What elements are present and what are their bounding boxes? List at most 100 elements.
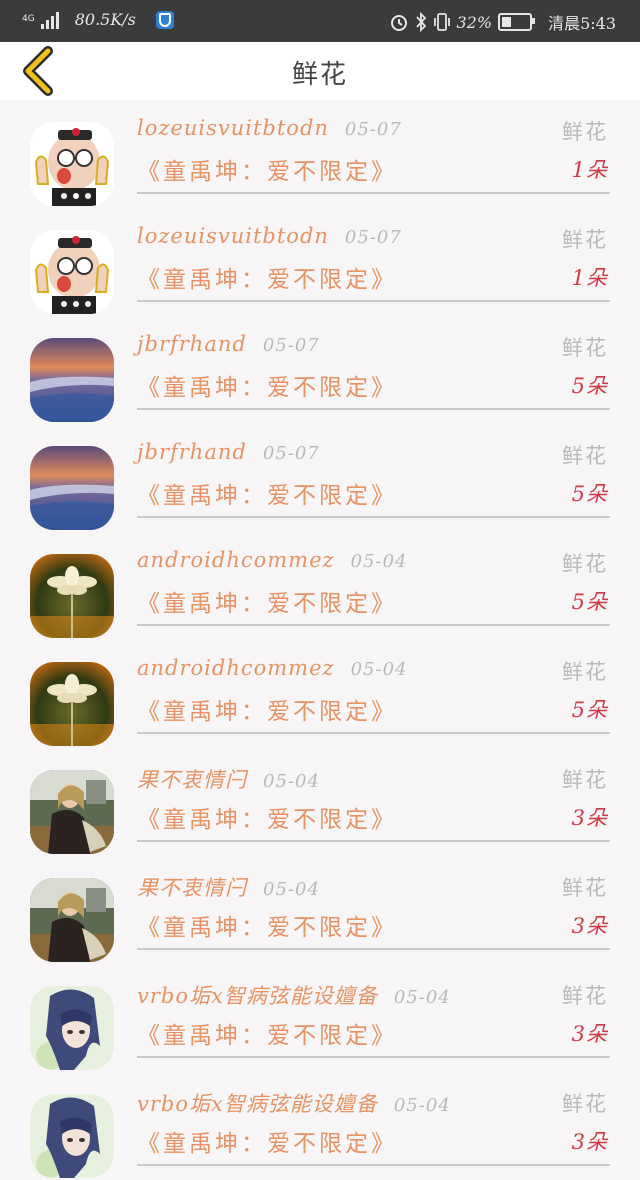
divider — [137, 732, 610, 734]
gift-type-label: 鲜花 — [562, 768, 608, 792]
gift-type-label: 鲜花 — [562, 336, 608, 360]
sender-name[interactable]: androidhcommez — [137, 548, 335, 572]
flower-gift-list: lozeuisvuitbtodn 05-07 《童禹坤：爱不限定》 鲜花 1朵 l… — [0, 100, 640, 1180]
song-title: 《童禹坤：爱不限定》 — [137, 807, 397, 833]
gift-date: 05-07 — [344, 119, 402, 140]
avatar-image — [30, 554, 114, 638]
divider — [137, 192, 610, 194]
list-item[interactable]: 果不衷情闩 05-04 《童禹坤：爱不限定》 鲜花 3朵 — [0, 748, 640, 856]
battery-percent: 32% — [456, 12, 493, 32]
clock: 清晨5:43 — [548, 14, 616, 33]
gift-type-label: 鲜花 — [562, 876, 608, 900]
list-item[interactable]: lozeuisvuitbtodn 05-07 《童禹坤：爱不限定》 鲜花 1朵 — [0, 100, 640, 208]
avatar-image — [30, 986, 114, 1070]
avatar[interactable] — [30, 122, 114, 206]
avatar-image — [30, 446, 114, 530]
gift-type-label: 鲜花 — [562, 1092, 608, 1116]
gift-date: 05-04 — [263, 879, 320, 900]
battery-icon — [498, 13, 536, 31]
list-item[interactable]: androidhcommez 05-04 《童禹坤：爱不限定》 鲜花 5朵 — [0, 640, 640, 748]
sender-name-line: vrbo垢x智病弦能设嬗备 05-04 — [137, 1088, 451, 1118]
avatar-image — [30, 338, 114, 422]
gift-date: 05-07 — [262, 335, 320, 356]
avatar[interactable] — [30, 230, 114, 314]
shield-app-icon — [155, 10, 174, 29]
gift-type-label: 鲜花 — [562, 228, 608, 252]
status-bar-right: 32% 清晨5:43 — [389, 10, 616, 34]
divider — [137, 1164, 610, 1166]
song-title: 《童禹坤：爱不限定》 — [137, 1131, 397, 1157]
gift-date: 05-04 — [393, 1095, 451, 1116]
divider — [137, 624, 610, 626]
sender-name-line: vrbo垢x智病弦能设嬗备 05-04 — [137, 980, 451, 1010]
flower-count: 5朵 — [571, 482, 608, 506]
divider — [137, 408, 610, 410]
avatar[interactable] — [30, 662, 114, 746]
flower-count: 5朵 — [571, 698, 608, 722]
song-title: 《童禹坤：爱不限定》 — [137, 267, 397, 293]
gift-type-label: 鲜花 — [562, 444, 608, 468]
avatar-image — [30, 770, 114, 854]
song-title: 《童禹坤：爱不限定》 — [137, 483, 397, 509]
avatar[interactable] — [30, 986, 114, 1070]
list-item[interactable]: jbrfrhand 05-07 《童禹坤：爱不限定》 鲜花 5朵 — [0, 424, 640, 532]
sender-name-line: jbrfrhand 05-07 — [137, 440, 320, 464]
avatar[interactable] — [30, 446, 114, 530]
list-item[interactable]: jbrfrhand 05-07 《童禹坤：爱不限定》 鲜花 5朵 — [0, 316, 640, 424]
divider — [137, 300, 610, 302]
avatar[interactable] — [30, 554, 114, 638]
list-item[interactable]: vrbo垢x智病弦能设嬗备 05-04 《童禹坤：爱不限定》 鲜花 3朵 — [0, 1072, 640, 1180]
sender-name[interactable]: lozeuisvuitbtodn — [137, 116, 329, 140]
sender-name[interactable]: vrbo垢x智病弦能设嬗备 — [137, 1092, 378, 1116]
gift-date: 05-07 — [344, 227, 402, 248]
status-bar-left: 4G 80.5K/s — [22, 10, 174, 29]
network-speed: 80.5K/s — [74, 10, 136, 29]
signal-icon — [40, 11, 59, 29]
list-item[interactable]: 果不衷情闩 05-04 《童禹坤：爱不限定》 鲜花 3朵 — [0, 856, 640, 964]
gift-date: 05-04 — [263, 771, 320, 792]
flower-count: 1朵 — [571, 158, 608, 182]
divider — [137, 948, 610, 950]
list-item[interactable]: vrbo垢x智病弦能设嬗备 05-04 《童禹坤：爱不限定》 鲜花 3朵 — [0, 964, 640, 1072]
flower-count: 3朵 — [571, 914, 608, 938]
avatar[interactable] — [30, 1094, 114, 1178]
sender-name-line: jbrfrhand 05-07 — [137, 332, 320, 356]
sender-name[interactable]: 果不衷情闩 — [137, 768, 247, 792]
top-bar: 鲜花 — [0, 42, 640, 100]
sender-name[interactable]: lozeuisvuitbtodn — [137, 224, 329, 248]
list-item[interactable]: lozeuisvuitbtodn 05-07 《童禹坤：爱不限定》 鲜花 1朵 — [0, 208, 640, 316]
avatar[interactable] — [30, 878, 114, 962]
flower-count: 3朵 — [571, 1022, 608, 1046]
gift-date: 05-04 — [350, 659, 408, 680]
sender-name[interactable]: 果不衷情闩 — [137, 876, 247, 900]
avatar-image — [30, 122, 114, 206]
sender-name[interactable]: jbrfrhand — [137, 440, 247, 464]
song-title: 《童禹坤：爱不限定》 — [137, 699, 397, 725]
flower-count: 3朵 — [571, 806, 608, 830]
sender-name-line: androidhcommez 05-04 — [137, 656, 407, 680]
sender-name[interactable]: jbrfrhand — [137, 332, 247, 356]
avatar-image — [30, 662, 114, 746]
flower-count: 1朵 — [571, 266, 608, 290]
sender-name-line: androidhcommez 05-04 — [137, 548, 407, 572]
song-title: 《童禹坤：爱不限定》 — [137, 1023, 397, 1049]
avatar[interactable] — [30, 338, 114, 422]
song-title: 《童禹坤：爱不限定》 — [137, 159, 397, 185]
sender-name-line: lozeuisvuitbtodn 05-07 — [137, 224, 402, 248]
avatar-image — [30, 1094, 114, 1178]
sender-name[interactable]: androidhcommez — [137, 656, 335, 680]
gift-date: 05-04 — [393, 987, 451, 1008]
page-title: 鲜花 — [291, 60, 348, 90]
gift-type-label: 鲜花 — [562, 552, 608, 576]
avatar[interactable] — [30, 770, 114, 854]
sender-name[interactable]: vrbo垢x智病弦能设嬗备 — [137, 984, 378, 1008]
divider — [137, 516, 610, 518]
list-item[interactable]: androidhcommez 05-04 《童禹坤：爱不限定》 鲜花 5朵 — [0, 532, 640, 640]
alarm-icon — [390, 15, 407, 31]
sender-name-line: lozeuisvuitbtodn 05-07 — [137, 116, 402, 140]
song-title: 《童禹坤：爱不限定》 — [137, 375, 397, 401]
sender-name-line: 果不衷情闩 05-04 — [137, 872, 320, 902]
gift-type-label: 鲜花 — [562, 120, 608, 144]
song-title: 《童禹坤：爱不限定》 — [137, 915, 397, 941]
avatar-image — [30, 878, 114, 962]
